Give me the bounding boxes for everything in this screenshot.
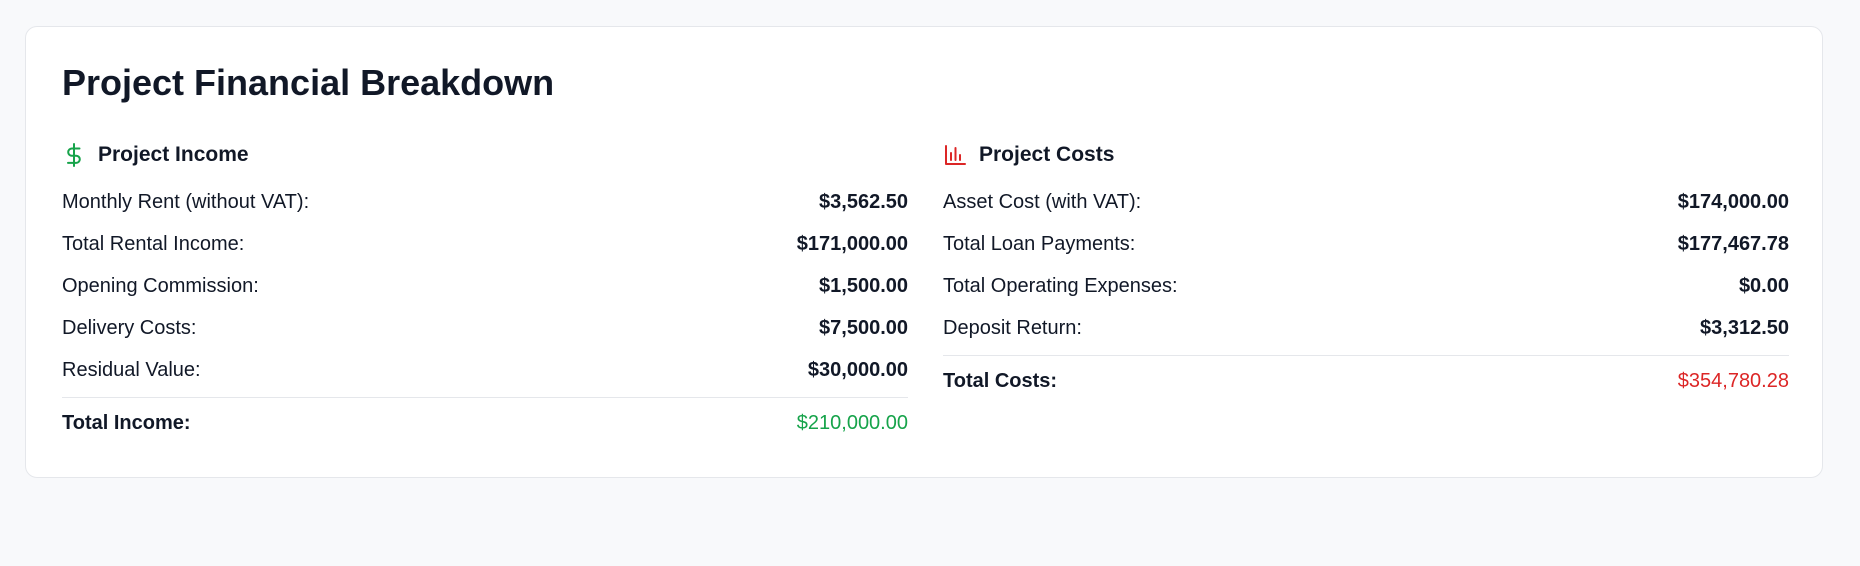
- costs-row-value: $0.00: [1738, 274, 1789, 297]
- financial-breakdown-card: Project Financial Breakdown Project Inco…: [25, 26, 1823, 478]
- income-title: Project Income: [98, 143, 249, 166]
- income-row-value: $3,562.50: [819, 190, 908, 213]
- dollar-icon: [62, 143, 86, 167]
- bar-chart-icon: [943, 143, 967, 167]
- costs-row-value: $3,312.50: [1700, 316, 1789, 339]
- costs-row-label: Total Operating Expenses:: [943, 274, 1178, 297]
- costs-row-label: Asset Cost (with VAT):: [943, 190, 1142, 213]
- costs-row: Asset Cost (with VAT): $174,000.00: [943, 181, 1789, 223]
- income-section: Project Income Monthly Rent (without VAT…: [62, 135, 908, 444]
- income-divider: [62, 397, 908, 398]
- income-row-label: Monthly Rent (without VAT):: [62, 190, 310, 213]
- costs-header: Project Costs: [943, 135, 1789, 175]
- income-total-value: $210,000.00: [796, 411, 908, 434]
- income-total-row: Total Income: $210,000.00: [62, 402, 908, 444]
- costs-total-value: $354,780.28: [1677, 369, 1789, 392]
- page-title: Project Financial Breakdown: [62, 62, 555, 103]
- income-total-label: Total Income:: [62, 411, 191, 434]
- income-row: Residual Value: $30,000.00: [62, 349, 908, 391]
- income-row-label: Delivery Costs:: [62, 316, 197, 339]
- costs-row-label: Total Loan Payments:: [943, 232, 1136, 255]
- income-row-label: Opening Commission:: [62, 274, 259, 297]
- costs-total-label: Total Costs:: [943, 369, 1058, 392]
- income-row-value: $30,000.00: [807, 358, 908, 381]
- costs-row-value: $177,467.78: [1677, 232, 1789, 255]
- income-row-value: $171,000.00: [796, 232, 908, 255]
- income-row-value: $7,500.00: [819, 316, 908, 339]
- income-row: Monthly Rent (without VAT): $3,562.50: [62, 181, 908, 223]
- income-row-label: Total Rental Income:: [62, 232, 245, 255]
- costs-row: Total Operating Expenses: $0.00: [943, 265, 1789, 307]
- costs-divider: [943, 355, 1789, 356]
- costs-total-row: Total Costs: $354,780.28: [943, 360, 1789, 402]
- costs-row: Deposit Return: $3,312.50: [943, 307, 1789, 349]
- income-row-value: $1,500.00: [819, 274, 908, 297]
- costs-row-value: $174,000.00: [1677, 190, 1789, 213]
- income-row: Delivery Costs: $7,500.00: [62, 307, 908, 349]
- income-row: Opening Commission: $1,500.00: [62, 265, 908, 307]
- income-header: Project Income: [62, 135, 908, 175]
- costs-section: Project Costs Asset Cost (with VAT): $17…: [943, 135, 1789, 402]
- costs-row: Total Loan Payments: $177,467.78: [943, 223, 1789, 265]
- income-row: Total Rental Income: $171,000.00: [62, 223, 908, 265]
- income-row-label: Residual Value:: [62, 358, 201, 381]
- costs-title: Project Costs: [979, 143, 1115, 166]
- costs-row-label: Deposit Return:: [943, 316, 1082, 339]
